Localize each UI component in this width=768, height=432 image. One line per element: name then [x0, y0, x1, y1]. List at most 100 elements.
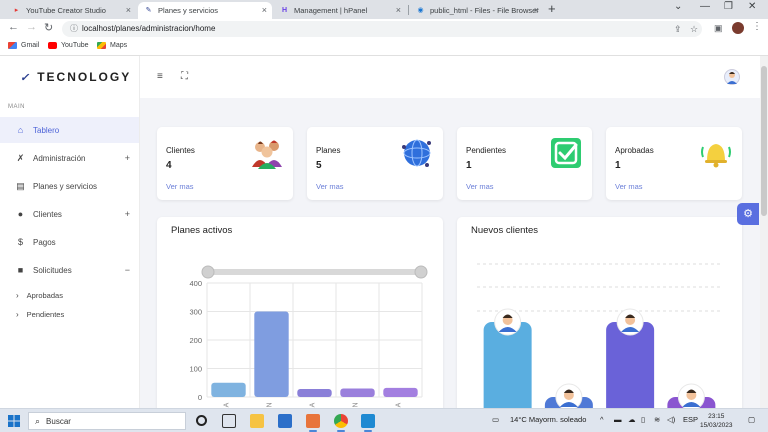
users-icon: ● [17, 209, 24, 219]
user-avatar[interactable] [724, 69, 740, 85]
close-tab-icon[interactable]: × [534, 5, 539, 15]
tab-planes-servicios[interactable]: ✎ Planes y servicios × [138, 2, 272, 19]
back-button[interactable]: ← [8, 21, 19, 33]
bookmark-maps[interactable]: Maps [97, 42, 127, 49]
sidebar-subitem-label: Aprobadas [26, 290, 63, 300]
stat-value: 4 [166, 160, 172, 171]
network-icon[interactable]: ▬ [614, 415, 622, 424]
range-handle-left[interactable] [201, 265, 215, 279]
planes-activos-chart: 0 100 200 300 400 A N A N A [189, 265, 428, 408]
language-indicator[interactable]: ESP [683, 415, 698, 424]
chart-bar[interactable] [340, 388, 375, 397]
range-handle-right[interactable] [414, 265, 428, 279]
close-tab-icon[interactable]: × [126, 5, 131, 15]
volume-icon[interactable]: ◁) [667, 415, 675, 424]
sidebar-item-administracion[interactable]: ✗ Administración + [0, 145, 139, 171]
settings-gear-button[interactable]: ⚙ [737, 203, 759, 225]
new-tab-button[interactable]: + [548, 1, 556, 16]
close-window-button[interactable]: ✕ [748, 1, 756, 12]
xampp-icon[interactable] [306, 414, 320, 432]
chart-bar[interactable] [483, 322, 532, 417]
y-tick-label: 100 [189, 365, 202, 374]
notifications-icon[interactable]: ▢ [748, 415, 755, 424]
vscode-icon[interactable] [361, 414, 375, 432]
chart-bar[interactable] [211, 382, 246, 397]
windows-start-icon[interactable] [8, 415, 20, 427]
task-view-icon[interactable] [222, 414, 236, 428]
battery-icon[interactable]: ▯ [641, 415, 645, 424]
sidebar-item-pagos[interactable]: $ Pagos [0, 229, 139, 255]
x-tick-label: A [310, 402, 317, 407]
maximize-button[interactable]: ❐ [724, 1, 733, 12]
chart-bar[interactable] [297, 389, 332, 397]
fullscreen-icon[interactable]: ⛶ [181, 71, 188, 82]
file-explorer-icon[interactable] [250, 414, 264, 428]
sidebar-item-clientes[interactable]: ● Clientes + [0, 201, 139, 227]
sidebar-subitem-aprobadas[interactable]: › Aprobadas [0, 286, 139, 304]
stat-card-pendientes[interactable]: Pendientes 1 Ver mas [457, 127, 592, 200]
close-tab-icon[interactable]: × [396, 5, 401, 15]
ver-mas-link[interactable]: Ver mas [166, 182, 194, 191]
sidebar-item-tablero[interactable]: ⌂ Tablero [0, 117, 139, 143]
chart-range-slider[interactable] [202, 269, 427, 275]
tab-hpanel[interactable]: H Management | hPanel × [274, 2, 406, 19]
chart-bar[interactable] [383, 387, 418, 397]
chrome-icon[interactable] [334, 414, 348, 432]
stat-title: Clientes [166, 146, 195, 155]
mail-icon[interactable] [278, 414, 292, 428]
bookmark-gmail[interactable]: Gmail [8, 42, 39, 49]
site-info-icon[interactable]: ⓘ [70, 23, 78, 34]
onedrive-icon[interactable]: ☁ [628, 415, 636, 424]
stat-card-clientes[interactable]: Clientes 4 Ver mas [157, 127, 293, 200]
dollar-icon: $ [17, 237, 23, 247]
share-icon[interactable]: ⇪ [674, 24, 682, 35]
forward-button[interactable]: → [26, 21, 37, 33]
taskbar-search[interactable]: ⌕ Buscar [28, 412, 186, 430]
sidebar-subitem-pendientes[interactable]: › Pendientes [0, 305, 139, 323]
chart-bar[interactable] [254, 311, 289, 398]
scrollbar-thumb[interactable] [761, 66, 767, 216]
clock[interactable]: 23:15 15/03/2023 [700, 412, 733, 430]
cortana-icon[interactable] [196, 415, 207, 426]
stat-value: 1 [615, 160, 621, 171]
url-field[interactable]: ⓘ localhost/planes/administracion/home ⇪… [62, 21, 702, 37]
expand-icon[interactable]: + [125, 209, 130, 219]
side-panel-icon[interactable]: ▣ [714, 23, 723, 34]
brand-name: TECNOLOGY [37, 70, 132, 84]
stat-card-aprobadas[interactable]: Aprobadas 1 Ver mas [606, 127, 742, 200]
close-tab-icon[interactable]: × [262, 5, 267, 15]
ver-mas-link[interactable]: Ver mas [316, 182, 344, 191]
tab-search-icon[interactable]: ⌄ [674, 1, 682, 12]
menu-toggle-icon[interactable]: ≡ [157, 71, 163, 82]
tab-title: YouTube Creator Studio [26, 6, 106, 15]
bookmark-label: Maps [110, 42, 128, 49]
browser-menu-icon[interactable]: ⋮ [752, 21, 762, 32]
weather-icon[interactable]: ▭ [492, 415, 499, 424]
browser-tab-strip: ▸ YouTube Creator Studio × ✎ Planes y se… [0, 0, 768, 19]
globe-icon [402, 139, 431, 167]
brand[interactable]: ✓ TECNOLOGY [20, 70, 131, 84]
search-icon: ⌕ [35, 415, 41, 426]
bell-icon [701, 144, 731, 168]
ver-mas-link[interactable]: Ver mas [615, 182, 643, 191]
sidebar-item-solicitudes[interactable]: ■ Solicitudes − [0, 257, 139, 283]
youtube-icon [48, 42, 57, 49]
chevron-up-icon[interactable]: ^ [600, 415, 604, 424]
chart-bar[interactable] [606, 322, 655, 417]
maps-icon [97, 42, 106, 49]
collapse-icon[interactable]: − [125, 265, 130, 275]
tab-file-browser[interactable]: ◉ public_html - Files - File Browser × [410, 2, 544, 19]
profile-avatar[interactable] [732, 22, 744, 34]
tab-youtube-studio[interactable]: ▸ YouTube Creator Studio × [6, 2, 136, 19]
stat-card-planes[interactable]: Planes 5 Ver mas [307, 127, 443, 200]
wifi-icon[interactable]: ≋ [654, 415, 660, 424]
reload-button[interactable]: ↻ [44, 21, 53, 34]
bookmark-youtube[interactable]: YouTube [48, 42, 89, 49]
ver-mas-link[interactable]: Ver mas [466, 182, 494, 191]
sidebar-item-planes[interactable]: ▤ Planes y servicios [0, 173, 139, 199]
bookmark-star-icon[interactable]: ☆ [690, 24, 698, 35]
page-scrollbar[interactable] [760, 56, 768, 408]
expand-icon[interactable]: + [125, 153, 130, 163]
minimize-button[interactable]: — [700, 1, 710, 12]
weather-text[interactable]: 14°C Mayorm. soleado [510, 415, 586, 424]
